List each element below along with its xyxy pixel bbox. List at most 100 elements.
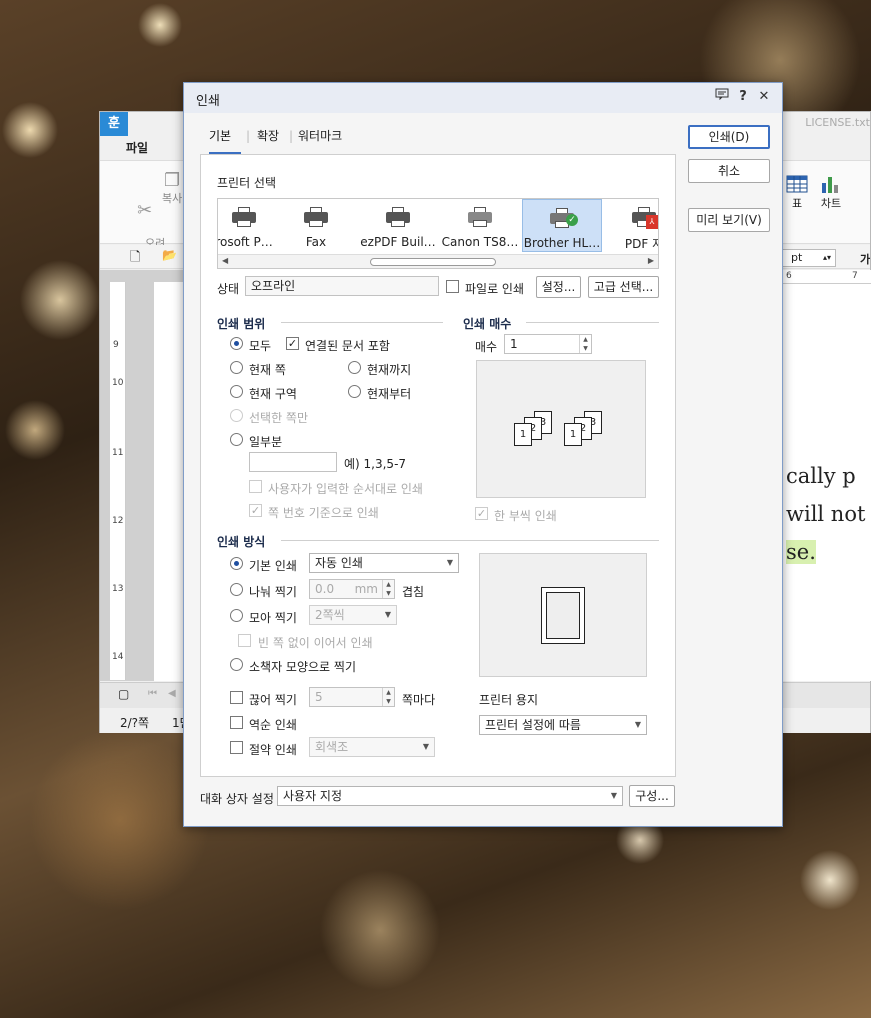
method-basic-radio[interactable] bbox=[230, 557, 243, 570]
tab-extended[interactable]: 확장 bbox=[257, 127, 279, 154]
help-icon[interactable]: ? bbox=[734, 88, 752, 106]
chevron-down-icon: ▼ bbox=[634, 720, 641, 729]
scroll-left-icon[interactable]: ◀ bbox=[222, 256, 228, 265]
printer-item[interactable]: Canon TS8… bbox=[440, 199, 520, 252]
copies-title: 인쇄 매수 bbox=[463, 317, 512, 331]
include-linked-checkbox[interactable]: ✓ bbox=[286, 337, 299, 350]
document-text-line: will not bbox=[786, 502, 866, 526]
collate-checkbox[interactable]: ✓ bbox=[475, 507, 488, 520]
chart-icon bbox=[822, 177, 838, 193]
spin-arrows-icon[interactable]: ▲ ▼ bbox=[579, 335, 591, 353]
print-to-file-checkbox[interactable] bbox=[446, 280, 459, 293]
sheet-icon: 1 bbox=[564, 423, 582, 446]
no-blank-label: 빈 쪽 없이 이어서 인쇄 bbox=[258, 636, 373, 650]
ruler-mark: 11 bbox=[112, 448, 124, 458]
prev-page-icon[interactable]: ◀ bbox=[168, 688, 176, 699]
method-booklet-label: 소책자 모양으로 찍기 bbox=[249, 660, 356, 674]
printer-item[interactable]: ezPDF Buil… bbox=[358, 199, 438, 252]
new-document-icon[interactable]: 🗋 bbox=[130, 248, 140, 270]
file-menu[interactable]: 파일 bbox=[126, 139, 148, 156]
reverse-checkbox[interactable] bbox=[230, 716, 243, 729]
printer-name: Canon TS8… bbox=[441, 235, 519, 249]
page-view-icon[interactable]: ▢ bbox=[118, 687, 129, 701]
method-split-radio[interactable] bbox=[230, 583, 243, 596]
printer-list[interactable]: rosoft P… Fax ezPDF Buil… Canon TS8… ✓ B… bbox=[217, 198, 659, 269]
basic-mode-dropdown[interactable]: 자동 인쇄 ▼ bbox=[309, 553, 459, 573]
range-current-section-radio[interactable] bbox=[230, 385, 243, 398]
printer-item-selected[interactable]: ✓ Brother HL… bbox=[522, 199, 602, 252]
saving-dropdown[interactable]: 회색조 ▼ bbox=[309, 737, 435, 757]
user-order-checkbox[interactable] bbox=[249, 480, 262, 493]
table-icon bbox=[786, 175, 808, 193]
no-blank-checkbox[interactable] bbox=[238, 634, 251, 647]
scroll-right-icon[interactable]: ▶ bbox=[648, 256, 654, 265]
table-label: 표 bbox=[791, 197, 803, 210]
range-all-radio[interactable] bbox=[230, 337, 243, 350]
basic-tab-panel: 프린터 선택 rosoft P… Fax ezPDF Buil… Canon T… bbox=[200, 154, 676, 777]
advanced-options-button[interactable]: 고급 선택... bbox=[588, 276, 659, 298]
cut-unit-label: 쪽마다 bbox=[402, 693, 436, 707]
printer-item[interactable]: rosoft P… bbox=[218, 199, 284, 252]
chart-label: 차트 bbox=[820, 197, 842, 210]
by-page-number-label: 쪽 번호 기준으로 인쇄 bbox=[268, 506, 379, 520]
spin-arrows-icon[interactable]: ▲ ▼ bbox=[382, 580, 394, 598]
range-partial-radio[interactable] bbox=[230, 433, 243, 446]
printer-item[interactable]: ⅄ PDF 저 bbox=[604, 199, 658, 252]
print-button[interactable]: 인쇄(D) bbox=[688, 125, 770, 149]
first-page-icon[interactable]: ⏮ bbox=[148, 688, 157, 699]
scrollbar-thumb[interactable] bbox=[370, 258, 496, 266]
ruler-mark: 14 bbox=[112, 652, 124, 662]
chevron-down-icon: ▼ bbox=[422, 742, 429, 751]
divider bbox=[281, 322, 443, 323]
split-value: 0.0 bbox=[315, 582, 335, 596]
print-to-file-label: 파일로 인쇄 bbox=[465, 282, 525, 296]
range-current-page-radio[interactable] bbox=[230, 361, 243, 374]
font-size-unit-field[interactable]: pt ▴▾ bbox=[782, 249, 836, 267]
close-icon[interactable]: ✕ bbox=[755, 88, 773, 106]
preview-button[interactable]: 미리 보기(V) bbox=[688, 208, 770, 232]
configure-button[interactable]: 구성... bbox=[629, 785, 675, 807]
range-partial-example: 예) 1,3,5-7 bbox=[344, 457, 407, 471]
collated-set: 3 2 1 bbox=[514, 411, 564, 451]
spin-arrows-icon[interactable]: ▲ ▼ bbox=[382, 688, 394, 706]
range-to-current-radio[interactable] bbox=[348, 361, 361, 374]
printer-settings-button[interactable]: 설정... bbox=[536, 276, 581, 298]
printer-item[interactable]: Fax bbox=[276, 199, 356, 252]
print-method-title: 인쇄 방식 bbox=[217, 535, 266, 549]
open-folder-icon[interactable]: 📂 bbox=[162, 248, 177, 262]
collect-dropdown[interactable]: 2쪽씩 ▼ bbox=[309, 605, 397, 625]
tab-watermark[interactable]: 워터마크 bbox=[298, 127, 342, 154]
ruler-mark: 9 bbox=[113, 340, 119, 350]
cut-value: 5 bbox=[315, 690, 323, 704]
range-from-current-label: 현재부터 bbox=[367, 387, 412, 401]
chevron-down-icon: ▼ bbox=[610, 791, 617, 800]
method-collect-radio[interactable] bbox=[230, 609, 243, 622]
copies-input[interactable]: 1 ▲ ▼ bbox=[504, 334, 592, 354]
split-input[interactable]: 0.0 mm ▲ ▼ bbox=[309, 579, 395, 599]
horizontal-ruler: 6 7 bbox=[782, 270, 871, 284]
copy-button[interactable]: ❐ 복사 bbox=[162, 172, 182, 206]
range-selected-pages-radio[interactable] bbox=[230, 409, 243, 422]
basic-mode-value: 자동 인쇄 bbox=[315, 556, 363, 570]
dialog-title: 인쇄 bbox=[196, 94, 220, 109]
printer-list-scrollbar[interactable]: ◀ ▶ bbox=[218, 254, 658, 268]
by-page-number-checkbox[interactable]: ✓ bbox=[249, 504, 262, 517]
dialog-settings-dropdown[interactable]: 사용자 지정 ▼ bbox=[277, 786, 623, 806]
printer-paper-dropdown[interactable]: 프린터 설정에 따름 ▼ bbox=[479, 715, 647, 735]
method-booklet-radio[interactable] bbox=[230, 658, 243, 671]
cut-print-checkbox[interactable] bbox=[230, 691, 243, 704]
paper-icon bbox=[541, 587, 585, 644]
feedback-icon[interactable] bbox=[713, 88, 731, 106]
saving-checkbox[interactable] bbox=[230, 741, 243, 754]
range-partial-input[interactable] bbox=[249, 452, 337, 472]
app-logo: 훈 bbox=[100, 112, 128, 136]
dialog-settings-label: 대화 상자 설정 bbox=[200, 792, 274, 806]
range-from-current-radio[interactable] bbox=[348, 385, 361, 398]
cut-print-input[interactable]: 5 ▲ ▼ bbox=[309, 687, 395, 707]
dialog-titlebar[interactable]: 인쇄 ? ✕ bbox=[184, 83, 782, 113]
chart-button[interactable]: 차트 bbox=[820, 175, 842, 211]
table-button[interactable]: 표 bbox=[786, 175, 808, 211]
printer-icon: ⅄ bbox=[632, 207, 658, 229]
tab-basic[interactable]: 기본 bbox=[209, 127, 241, 154]
cancel-button[interactable]: 취소 bbox=[688, 159, 770, 183]
